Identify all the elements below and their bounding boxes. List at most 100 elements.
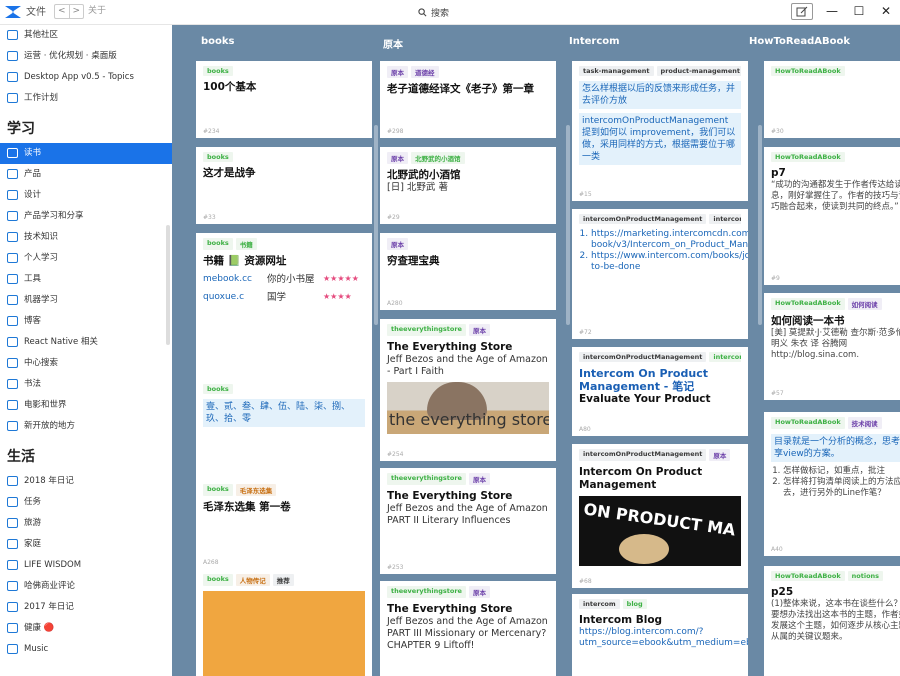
card-link[interactable]: https://blog.intercom.com/?utm_source=eb… [579,627,748,649]
card-link-title[interactable]: Intercom On Product Management - 笔记 [579,367,741,393]
tag[interactable]: books [203,484,233,496]
tag[interactable]: 书籍 [235,238,257,250]
forward-button[interactable]: > [70,5,84,18]
tag[interactable]: HowToReadABook [771,152,845,162]
tag[interactable]: intercom [709,352,741,362]
card[interactable]: books 人物传记 推荐 [196,569,372,676]
column-scrollbar[interactable] [374,125,378,325]
tag[interactable]: 道德经 [411,66,439,78]
card[interactable]: 原本 穷查理宝典 A280 [380,233,556,310]
tag[interactable]: books [203,152,233,162]
tag[interactable]: 北野武的小酒馆 [411,152,465,164]
sidebar-scrollbar[interactable] [166,225,170,345]
card[interactable]: 原本 北野武的小酒馆 北野武的小酒馆 [日] 北野武 著 #29 [380,147,556,224]
card[interactable]: 原本 道德经 老子道德经译文《老子》第一章 #298 [380,61,556,138]
tag[interactable]: intercomOnProductManagement [579,352,707,362]
sidebar-item[interactable]: 2018 年日记 [0,471,172,492]
card[interactable]: theeverythingstore 原本 The Everything Store… [380,468,556,574]
tag[interactable]: 毛泽东选集 [235,484,277,496]
sidebar-item[interactable]: 产品 [0,164,172,185]
tag[interactable]: task-management [579,66,654,76]
tag[interactable]: 原本 [468,473,490,485]
minimize-button[interactable]: — [825,4,839,18]
sidebar-item[interactable]: 读书 [0,143,172,164]
card[interactable]: intercomOnProductManagementintercom Inter… [572,347,748,436]
tag[interactable]: HowToReadABook [771,298,845,310]
sidebar-item[interactable]: 旅游 [0,513,172,534]
tag[interactable]: 推荐 [272,574,294,586]
tag[interactable]: 人物传记 [235,574,270,586]
tag[interactable]: HowToReadABook [771,66,845,76]
column-scrollbar[interactable] [758,125,762,325]
sidebar-item[interactable]: React Native 相关 [0,332,172,353]
back-button[interactable]: < [55,5,70,18]
sidebar-item[interactable]: 设计 [0,185,172,206]
tag[interactable]: blog [622,599,647,609]
card[interactable]: books 这才是战争 #33 [196,147,372,224]
sidebar-item[interactable]: 运营 · 优化规划 · 桌面版 [0,46,172,67]
sidebar-item[interactable]: 家庭 [0,534,172,555]
tag[interactable]: books [203,238,233,250]
card[interactable]: theeverythingstore 原本 The Everything Store… [380,581,556,676]
card[interactable]: intercomOnProductManagement 原本 Intercom On… [572,444,748,588]
sidebar-item[interactable]: 工具 [0,269,172,290]
resource-link[interactable]: mebook.cc [203,274,261,285]
sidebar-item[interactable]: 产品学习和分享 [0,206,172,227]
card[interactable]: intercomOnProductManagementintercom https… [572,209,748,339]
tag[interactable]: theeverythingstore [387,473,466,485]
card[interactable]: HowToReadABook 如何阅读 如何阅读一本书 [美] 莫提默·J·艾德勒 查… [764,293,900,400]
tag[interactable]: 技术阅读 [847,417,882,429]
tag[interactable]: 原本 [387,152,408,164]
sidebar-item[interactable]: 其他社区 [0,25,172,46]
maximize-button[interactable]: ☐ [852,4,866,18]
card[interactable]: intercom blog Intercom Blog https://blog.in… [572,594,748,676]
tag[interactable]: theeverythingstore [387,586,466,598]
card[interactable]: task-management product-management 怎么样根据以后… [572,61,748,201]
tag[interactable]: intercomOnProductManagement [579,449,707,461]
card[interactable]: HowToReadABook #30 [764,61,900,138]
tag[interactable]: intercom [579,599,620,609]
tag[interactable]: HowToReadABook [771,571,845,581]
sidebar-item[interactable]: Music [0,639,172,660]
tag[interactable]: books [203,66,233,76]
column-scrollbar[interactable] [566,125,570,325]
tag[interactable]: 原本 [387,238,408,250]
tag[interactable]: 原本 [468,586,490,598]
search-box[interactable]: 搜索 [418,6,449,19]
tag[interactable]: 原本 [387,66,408,78]
card[interactable]: HowToReadABook p7“成功的沟通都发生于作者传达给读者的讯息，刚好掌… [764,147,900,285]
sidebar-item[interactable]: 2017 年日记 [0,597,172,618]
sidebar-item[interactable]: LIFE WISDOM [0,555,172,576]
sidebar-item[interactable]: Desktop App v0.5 - Topics [0,67,172,88]
sidebar-item[interactable]: 机器学习 [0,290,172,311]
close-button[interactable]: ✕ [879,4,893,18]
sidebar-item[interactable]: 个人学习 [0,248,172,269]
sidebar-item[interactable]: 健康 🔴 [0,618,172,639]
tag[interactable]: HowToReadABook [771,417,845,429]
sidebar-item[interactable]: 技术知识 [0,227,172,248]
card[interactable]: books 100个基本 #234 [196,61,372,138]
link-item[interactable]: https://marketing.intercomcdn.com/assets… [591,229,748,251]
card[interactable]: books 书籍 书籍 📗 资源网址 mebook.cc 你的小书屋 ★★★★★ quoxu… [196,233,372,398]
card[interactable]: HowToReadABook notions p25 (1)整体来说，这本书在谈些什么… [764,566,900,676]
tag[interactable]: 原本 [709,449,731,461]
tag[interactable]: 原本 [468,324,490,336]
sidebar-item[interactable]: 任务 [0,492,172,513]
sidebar-item[interactable]: 工作计划 [0,88,172,109]
tag[interactable]: product-management [656,66,741,76]
tag[interactable]: theeverythingstore [387,324,466,336]
sidebar-item[interactable]: 电影和世界 [0,395,172,416]
tag[interactable]: books [203,574,233,586]
resource-link[interactable]: quoxue.c [203,292,261,303]
card[interactable]: HowToReadABook技术阅读目录就是一个分析的概念，思考iPad分享vi… [764,412,900,556]
link-item[interactable]: https://www.intercom.com/books/jobs-to-b… [591,251,748,273]
tag[interactable]: intercomOnProductManagement [579,214,707,224]
sidebar-item[interactable]: 哈佛商业评论 [0,576,172,597]
tag[interactable]: books [203,384,233,394]
tag[interactable]: intercom [709,214,741,224]
sidebar-item[interactable]: 博客 [0,311,172,332]
tag[interactable]: notions [847,571,884,581]
card[interactable]: theeverythingstore 原本 The Everything Store… [380,319,556,461]
new-note-button[interactable] [791,3,813,20]
sidebar-item[interactable]: 中心搜索 [0,353,172,374]
